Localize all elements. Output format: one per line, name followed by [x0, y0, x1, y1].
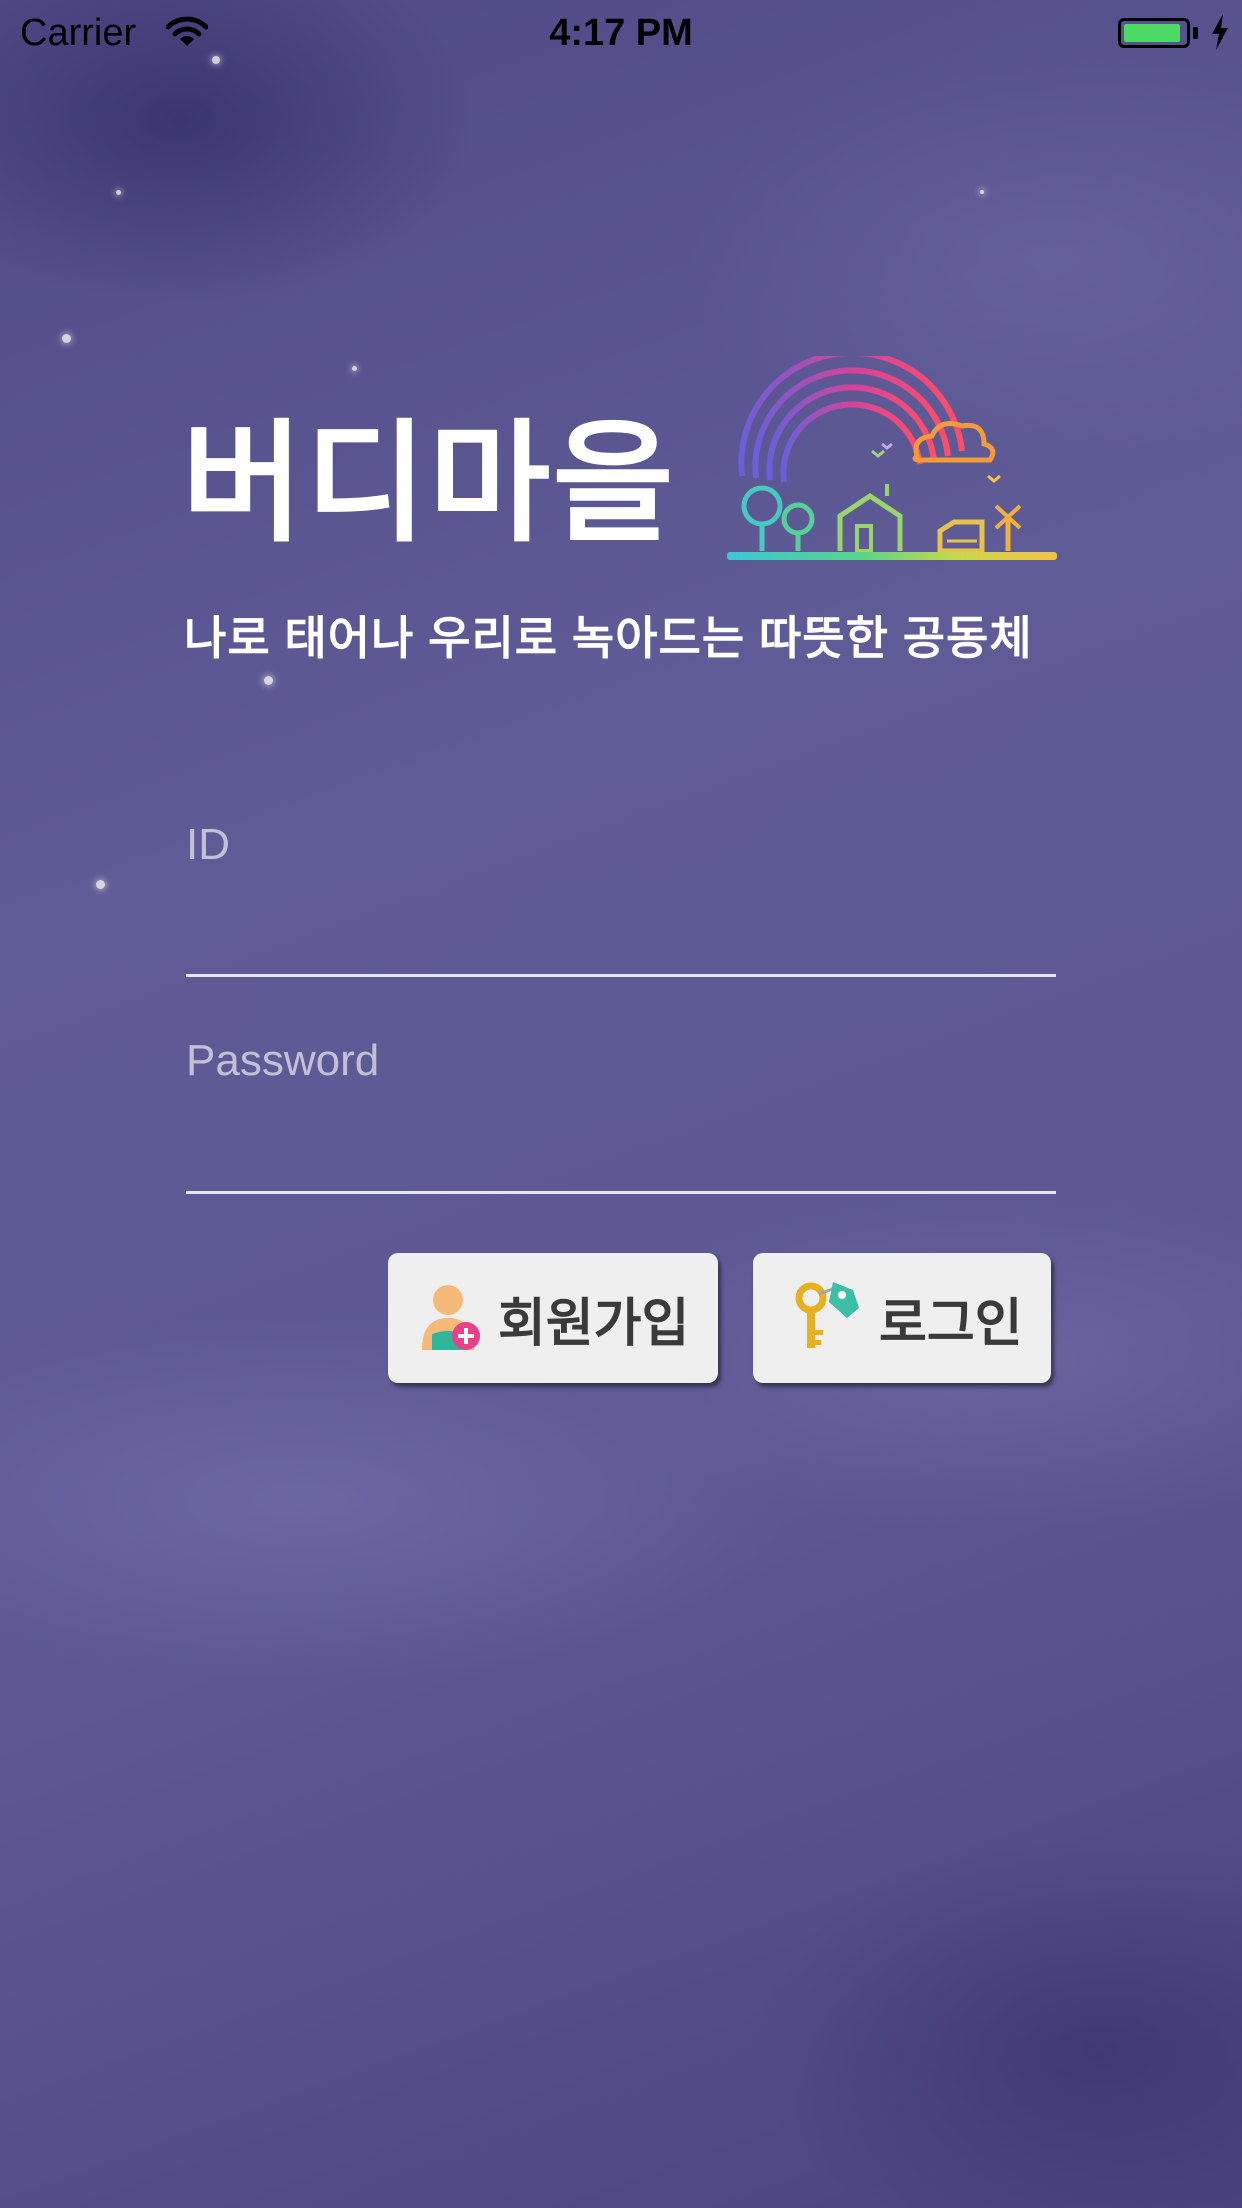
charging-bolt-icon — [1210, 14, 1230, 55]
battery-level — [1124, 24, 1180, 42]
star-decoration — [352, 366, 357, 371]
battery-icon — [1118, 18, 1190, 48]
id-field-label: ID — [186, 820, 230, 869]
app-logo-title: 버디마을 — [182, 410, 676, 557]
app-tagline: 나로 태어나 우리로 녹아드는 따뜻한 공동체 — [184, 612, 1033, 664]
user-add-icon — [418, 1278, 484, 1359]
id-underline — [186, 974, 1056, 977]
star-decoration — [980, 190, 984, 194]
login-button[interactable]: 로그인 — [753, 1253, 1051, 1383]
clock-label: 4:17 PM — [549, 12, 693, 54]
star-decoration — [264, 676, 273, 685]
signup-button-label: 회원가입 — [498, 1294, 690, 1353]
night-sky-background — [0, 0, 1242, 2208]
rainbow-village-icon — [722, 349, 1062, 581]
password-field-label: Password — [186, 1036, 380, 1085]
battery-tip — [1193, 27, 1198, 39]
star-decoration — [62, 334, 71, 343]
key-tag-icon — [795, 1278, 865, 1359]
status-bar: Carrier 4:17 PM — [0, 0, 1242, 66]
star-decoration — [96, 880, 105, 889]
id-input[interactable] — [186, 904, 1056, 964]
star-decoration — [116, 190, 121, 195]
password-input[interactable] — [186, 1122, 1056, 1182]
login-button-label: 로그인 — [879, 1294, 1023, 1353]
password-underline — [186, 1191, 1056, 1194]
signup-button[interactable]: 회원가입 — [388, 1253, 718, 1383]
